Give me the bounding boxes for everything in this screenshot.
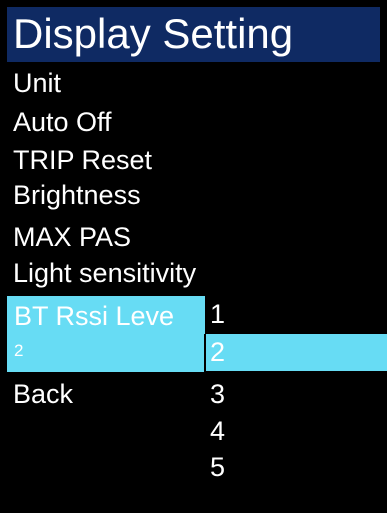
menu-item-max-pas[interactable]: MAX PAS xyxy=(13,220,131,254)
menu-item-back[interactable]: Back xyxy=(13,377,73,411)
menu-item-auto-off[interactable]: Auto Off xyxy=(13,105,112,139)
dropdown-option-5[interactable]: 5 xyxy=(205,449,387,486)
dropdown-option-2[interactable]: 2 xyxy=(205,334,387,371)
selected-item-value: 2 xyxy=(14,341,24,360)
display-settings-screen: Display Setting Unit Auto Off TRIP Reset… xyxy=(0,0,387,513)
value-dropdown[interactable]: 1 2 3 4 5 xyxy=(205,296,387,482)
selected-item-label: BT Rssi Leve xyxy=(14,301,175,331)
dropdown-option-4[interactable]: 4 xyxy=(205,413,387,450)
title-bar: Display Setting xyxy=(7,7,380,62)
page-title: Display Setting xyxy=(13,10,294,57)
dropdown-divider xyxy=(204,334,206,372)
dropdown-option-3[interactable]: 3 xyxy=(205,376,387,413)
menu-item-brightness[interactable]: Brightness xyxy=(13,178,141,212)
menu-item-light-sensitivity[interactable]: Light sensitivity xyxy=(13,256,196,290)
menu-item-unit[interactable]: Unit xyxy=(13,66,61,100)
dropdown-option-1[interactable]: 1 xyxy=(205,296,387,333)
menu-item-bt-rssi-level[interactable]: BT Rssi Leve 2 xyxy=(7,296,205,372)
menu-item-trip-reset[interactable]: TRIP Reset xyxy=(13,143,152,177)
